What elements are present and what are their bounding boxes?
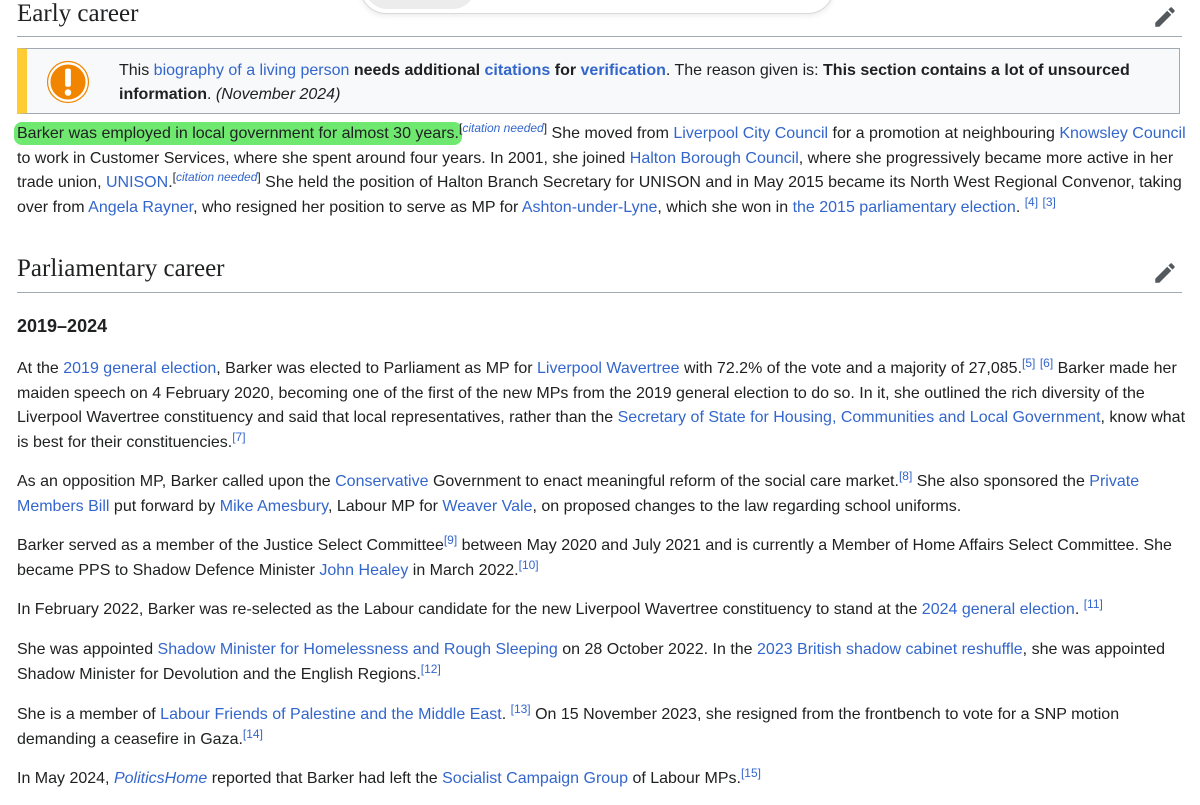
search-pill-button[interactable] bbox=[365, 0, 475, 9]
link-2023-reshuffle[interactable]: 2023 British shadow cabinet reshuffle bbox=[757, 641, 1023, 658]
reference-9[interactable]: [9] bbox=[444, 533, 457, 547]
text: for a promotion at neighbouring bbox=[828, 125, 1060, 142]
paragraph-reselection: In February 2022, Barker was re-selected… bbox=[17, 598, 1187, 623]
link-living-person[interactable]: of a living person bbox=[228, 62, 349, 79]
citation-needed-tag[interactable]: [citation needed] bbox=[459, 121, 547, 135]
reference-13[interactable]: [13] bbox=[511, 702, 531, 716]
citation-needed-link[interactable]: citation needed bbox=[462, 121, 543, 135]
text: . bbox=[501, 706, 511, 723]
text: In February 2022, Barker was re-selected… bbox=[17, 601, 922, 618]
citation-warning-box: This biography of a living person needs … bbox=[17, 48, 1180, 114]
text: on 28 October 2022. In the bbox=[557, 641, 758, 658]
link-liverpool-city-council[interactable]: Liverpool City Council bbox=[673, 125, 828, 142]
link-2019-general-election[interactable]: 2019 general election bbox=[63, 360, 216, 377]
bold-text: needs additional bbox=[353, 62, 485, 79]
text: , Barker was elected to Parliament as MP… bbox=[216, 360, 537, 377]
link-citations[interactable]: citations bbox=[485, 62, 551, 79]
early-career-paragraph: Barker was employed in local government … bbox=[17, 122, 1187, 220]
text: . bbox=[207, 86, 216, 103]
link-halton-borough-council[interactable]: Halton Borough Council bbox=[630, 150, 799, 167]
paragraph-shadow-minister: She was appointed Shadow Minister for Ho… bbox=[17, 638, 1187, 687]
warning-exclamation-icon bbox=[46, 60, 90, 104]
text: , Labour MP for bbox=[327, 497, 443, 515]
text: , on proposed changes to the law regardi… bbox=[532, 497, 962, 515]
link-knowsley-council[interactable]: Knowsley Council bbox=[1059, 125, 1185, 142]
text: As an opposition MP, Barker called upon … bbox=[17, 473, 336, 490]
text: , who resigned her position to serve as … bbox=[193, 198, 522, 216]
section-heading-parliamentary-career: Parliamentary career bbox=[17, 255, 225, 282]
text: to work in Customer Services, where she … bbox=[17, 149, 630, 167]
text: She moved from bbox=[547, 125, 674, 142]
link-politicshome[interactable]: PoliticsHome bbox=[114, 770, 207, 787]
link-john-healey[interactable]: John Healey bbox=[319, 562, 408, 579]
text: She also sponsored the bbox=[912, 473, 1090, 490]
link-2015-election[interactable]: the 2015 parliamentary election bbox=[793, 199, 1016, 216]
text: in March 2022. bbox=[408, 561, 519, 579]
text: of Labour MPs. bbox=[628, 770, 741, 787]
citation-needed-tag[interactable]: [citation needed] bbox=[173, 170, 261, 184]
section-divider bbox=[17, 36, 1182, 37]
text: . bbox=[1015, 198, 1025, 216]
text: , which she won in bbox=[657, 198, 793, 216]
section-heading-early-career: Early career bbox=[17, 0, 139, 27]
bold-text: for bbox=[550, 62, 581, 79]
paragraph-2019-election: At the 2019 general election, Barker was… bbox=[17, 357, 1187, 455]
text: . The reason given is: bbox=[665, 62, 824, 79]
link-socialist-campaign-group[interactable]: Socialist Campaign Group bbox=[442, 770, 628, 787]
link-biography[interactable]: biography bbox=[154, 62, 224, 79]
text: . bbox=[1074, 601, 1084, 618]
link-liverpool-wavertree[interactable]: Liverpool Wavertree bbox=[537, 360, 680, 377]
link-angela-rayner[interactable]: Angela Rayner bbox=[88, 199, 193, 216]
link-labour-friends-of-palestine[interactable]: Labour Friends of Palestine and the Midd… bbox=[160, 706, 502, 723]
link-2024-general-election[interactable]: 2024 general election bbox=[922, 601, 1075, 618]
link-unison[interactable]: UNISON bbox=[106, 174, 168, 191]
paragraph-justice-committee: Barker served as a member of the Justice… bbox=[17, 534, 1187, 583]
link-secretary-of-state[interactable]: Secretary of State for Housing, Communit… bbox=[618, 409, 1101, 426]
text: . bbox=[168, 174, 173, 191]
subsection-heading-2019-2024: 2019–2024 bbox=[17, 316, 108, 336]
link-mike-amesbury[interactable]: Mike Amesbury bbox=[220, 498, 328, 515]
link-shadow-minister-homelessness[interactable]: Shadow Minister for Homelessness and Rou… bbox=[158, 641, 558, 658]
link-ashton-under-lyne[interactable]: Ashton-under-Lyne bbox=[522, 199, 658, 216]
reference-4[interactable]: [4] bbox=[1025, 195, 1038, 209]
reference-5[interactable]: [5] bbox=[1022, 356, 1035, 370]
section-divider bbox=[17, 292, 1182, 293]
reference-7[interactable]: [7] bbox=[232, 430, 245, 444]
text: She is a member of bbox=[17, 706, 161, 723]
text: Government to enact meaningful reform of… bbox=[428, 473, 899, 490]
text: Barker served as a member of the Justice… bbox=[17, 537, 444, 554]
text: with 72.2% of the vote and a majority of… bbox=[679, 360, 1023, 377]
reference-14[interactable]: [14] bbox=[243, 727, 263, 741]
top-search-pill[interactable] bbox=[360, 0, 834, 14]
reference-12[interactable]: [12] bbox=[421, 662, 441, 676]
highlighted-sentence: Barker was employed in local government … bbox=[17, 125, 459, 142]
text: She was appointed bbox=[17, 641, 158, 658]
text: This bbox=[119, 62, 154, 79]
citation-needed-link[interactable]: citation needed bbox=[176, 170, 257, 184]
text: In May 2024, bbox=[17, 770, 114, 787]
reference-11[interactable]: [11] bbox=[1084, 597, 1103, 611]
link-verification[interactable]: verification bbox=[581, 62, 666, 79]
edit-pencil-icon[interactable] bbox=[1152, 4, 1178, 30]
text: reported that Barker had left the bbox=[207, 770, 443, 787]
text: At the bbox=[17, 360, 64, 377]
paragraph-lfpme: She is a member of Labour Friends of Pal… bbox=[17, 703, 1187, 752]
reference-15[interactable]: [15] bbox=[741, 766, 761, 780]
reference-10[interactable]: [10] bbox=[519, 558, 539, 572]
paragraph-left-scg: In May 2024, PoliticsHome reported that … bbox=[17, 767, 1187, 792]
reference-3[interactable]: [3] bbox=[1043, 195, 1056, 209]
reference-8[interactable]: [8] bbox=[899, 469, 912, 483]
link-weaver-vale[interactable]: Weaver Vale bbox=[442, 498, 532, 515]
paragraph-opposition-mp: As an opposition MP, Barker called upon … bbox=[17, 470, 1187, 519]
link-conservative[interactable]: Conservative bbox=[335, 473, 428, 490]
text: put forward by bbox=[109, 497, 220, 515]
warning-date: (November 2024) bbox=[215, 86, 341, 103]
reference-6[interactable]: [6] bbox=[1040, 356, 1053, 370]
edit-pencil-icon[interactable] bbox=[1152, 260, 1178, 286]
warning-message: This biography of a living person needs … bbox=[119, 59, 1167, 107]
